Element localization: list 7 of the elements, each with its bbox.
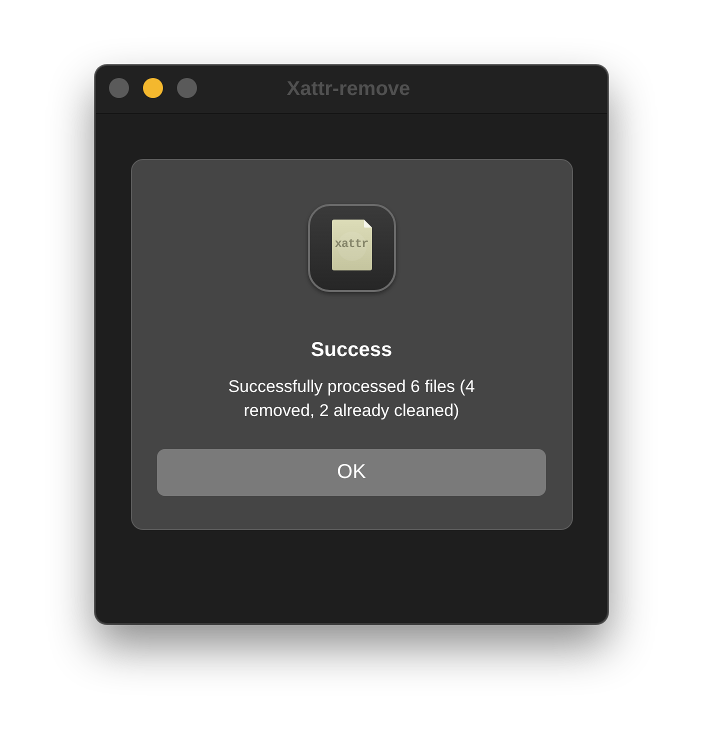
window-minimize-button[interactable] [143,78,163,98]
dialog-message: Successfully processed 6 files (4 removed, 2 already cleaned) [227,376,476,422]
window-zoom-button[interactable] [177,78,197,98]
dialog-title: Success [310,339,392,362]
window-close-button[interactable] [109,78,129,98]
icon-label: xattr [334,237,370,251]
ok-button[interactable]: OK [157,449,546,496]
